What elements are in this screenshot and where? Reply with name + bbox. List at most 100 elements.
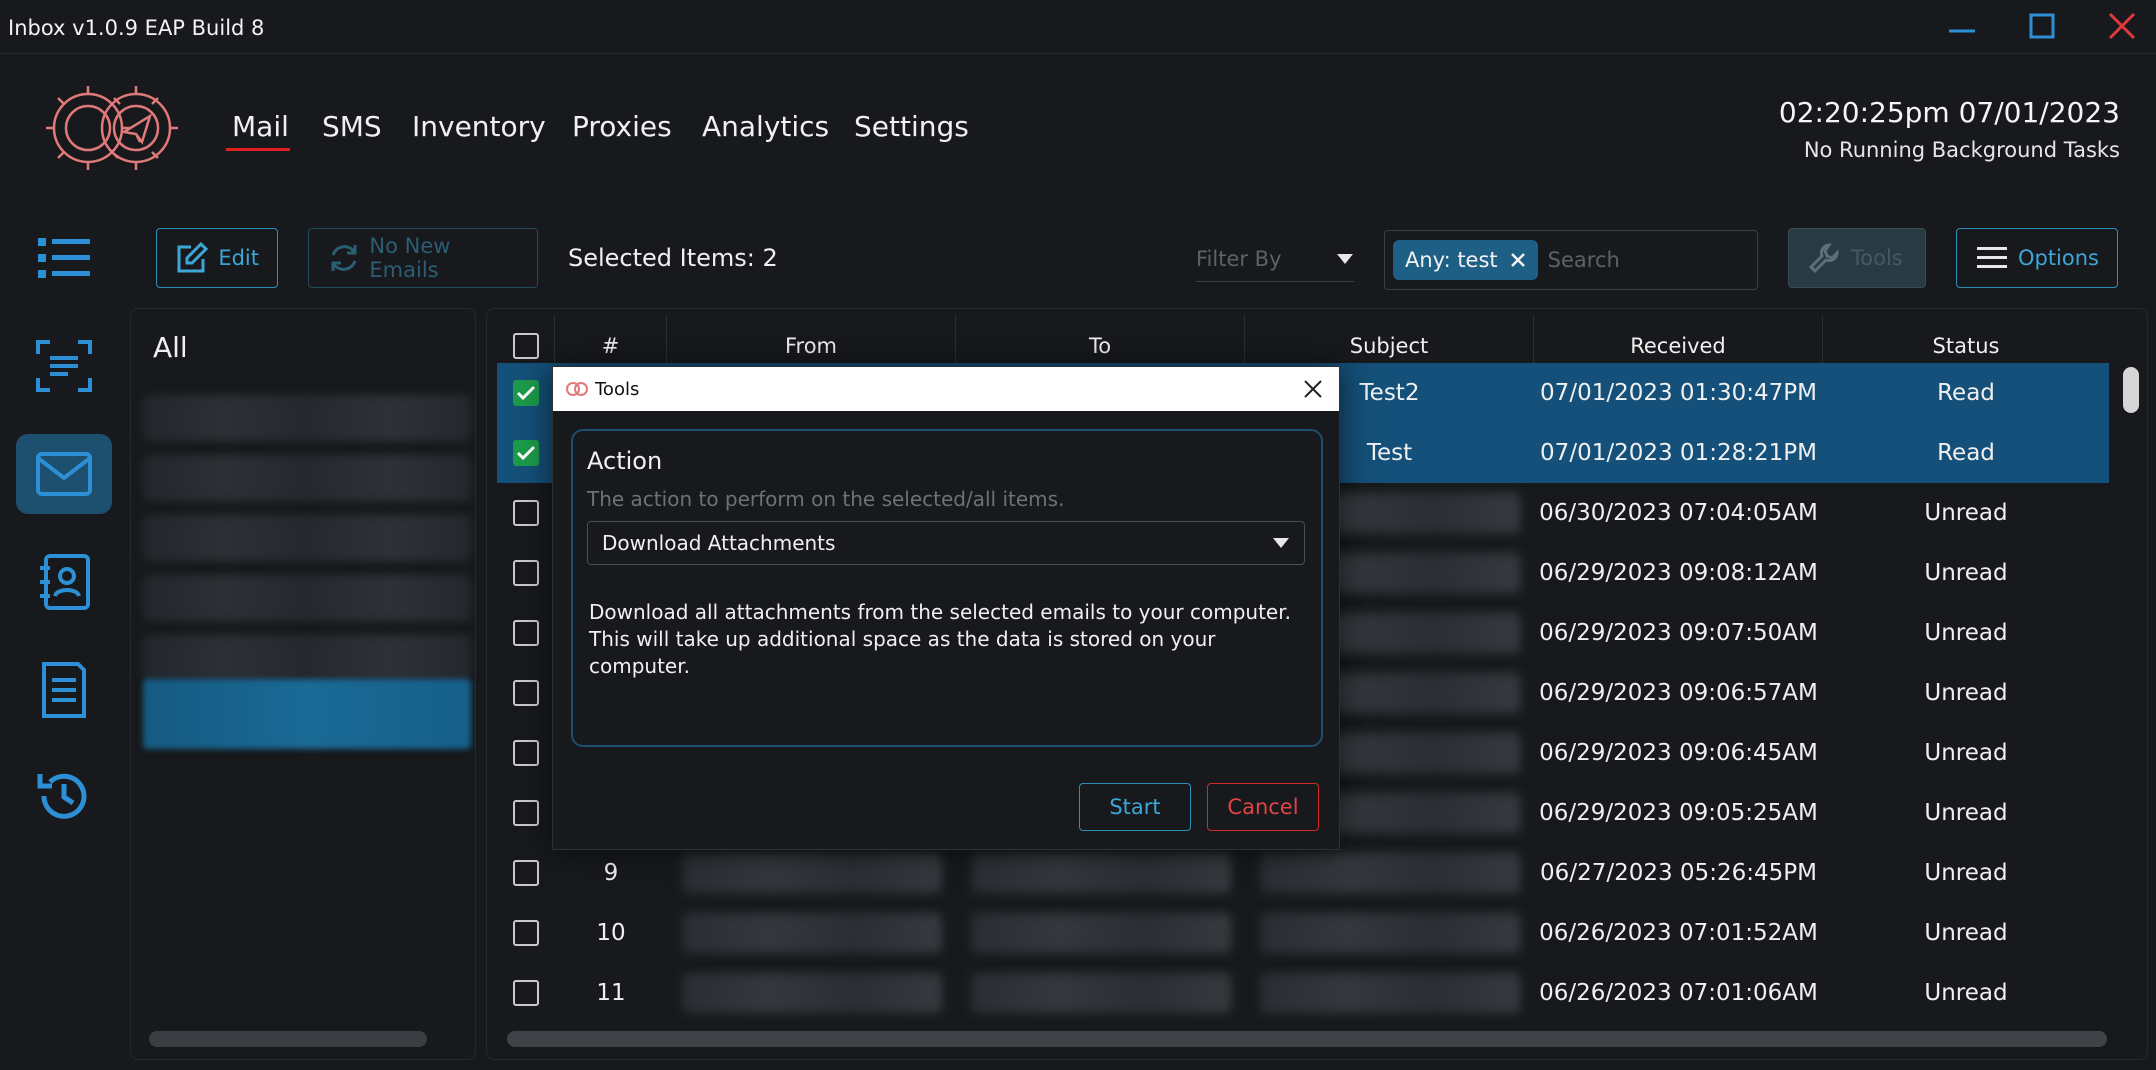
start-button[interactable]: Start [1079,783,1191,831]
rail-documents-button[interactable] [16,650,112,730]
edit-label: Edit [218,246,259,270]
folder-item[interactable] [143,455,471,501]
options-label: Options [2017,246,2099,270]
folder-item-selected[interactable] [143,679,471,749]
refresh-label: No New Emails [369,234,451,282]
row-checkbox[interactable] [513,800,539,826]
edit-button[interactable]: Edit [156,228,278,288]
row-status: Unread [1924,800,2008,826]
row-number: 9 [603,860,619,886]
search-box[interactable]: Any: test [1384,230,1758,290]
edit-icon [177,241,209,273]
chip-remove-icon[interactable] [1510,252,1526,268]
folder-panel: All [130,308,476,1060]
folder-item[interactable] [143,575,471,621]
row-status: Unread [1924,860,2008,886]
table-row[interactable]: 9 06/27/2023 05:26:45PM Unread [497,843,2109,903]
row-subject-blurred [1245,903,1534,963]
clock: 02:20:25pm 07/01/2023 [1778,96,2120,129]
tab-proxies[interactable]: Proxies [572,110,672,143]
row-to-blurred [956,843,1245,903]
row-checkbox[interactable] [513,740,539,766]
rail-history-button[interactable] [16,756,112,836]
search-input[interactable] [1547,248,1748,272]
row-checkbox[interactable] [513,860,539,886]
folder-item[interactable] [143,635,471,681]
minimize-icon [1949,29,1975,33]
close-icon [1304,380,1322,398]
row-from-blurred [667,903,956,963]
rail-list-button[interactable] [16,218,112,298]
tab-mail[interactable]: Mail [232,110,289,143]
filter-by-dropdown[interactable]: Filter By [1196,236,1354,282]
tab-analytics[interactable]: Analytics [702,110,829,143]
row-checkbox[interactable] [513,620,539,646]
chevron-down-icon [1273,538,1289,548]
action-select[interactable]: Download Attachments [587,521,1305,565]
folder-item[interactable] [143,395,471,441]
options-button[interactable]: Options [1956,228,2118,288]
row-checkbox[interactable] [513,500,539,526]
row-checkbox[interactable] [513,380,539,406]
tab-settings[interactable]: Settings [854,110,969,143]
folder-item[interactable] [143,515,471,561]
row-status: Unread [1924,920,2008,946]
hamburger-icon [1977,247,2007,268]
tab-sms[interactable]: SMS [322,110,382,143]
title-bar: Inbox v1.0.9 EAP Build 8 [0,0,2156,54]
check-icon [516,445,536,461]
row-status: Unread [1924,500,2008,526]
row-received: 06/29/2023 09:08:12AM [1539,560,1818,586]
row-checkbox[interactable] [513,920,539,946]
row-status: Read [1937,380,1995,406]
mail-icon [36,452,92,496]
background-tasks-status: No Running Background Tasks [1803,138,2120,162]
close-icon [2108,12,2136,40]
row-checkbox-cell [497,363,555,423]
search-chip-label: Any: test [1405,248,1498,272]
row-checkbox[interactable] [513,440,539,466]
row-from-blurred [667,843,956,903]
row-received: 06/29/2023 09:06:57AM [1539,680,1818,706]
row-checkbox[interactable] [513,680,539,706]
maximize-icon [2029,13,2055,39]
row-checkbox-cell [497,603,555,663]
row-checkbox[interactable] [513,560,539,586]
tools-dialog: Tools Action The action to perform on th… [552,366,1340,850]
search-chip[interactable]: Any: test [1393,240,1538,280]
action-label: Action [587,447,663,475]
row-received: 06/29/2023 09:07:50AM [1539,620,1818,646]
tools-button[interactable]: Tools [1788,228,1926,288]
row-checkbox-cell [497,723,555,783]
table-row[interactable]: 10 06/26/2023 07:01:52AM Unread [497,903,2109,963]
row-checkbox-cell [497,663,555,723]
row-checkbox-cell [497,423,555,483]
document-icon [42,662,86,718]
app-title: Inbox v1.0.9 EAP Build 8 [8,16,265,40]
minimize-button[interactable] [1932,6,1992,46]
scan-text-icon [36,340,92,392]
table-horizontal-scrollbar[interactable] [507,1031,2107,1047]
row-status: Unread [1924,560,2008,586]
dialog-logo-icon [566,382,588,396]
row-checkbox[interactable] [513,980,539,1006]
tools-label: Tools [1851,246,1903,270]
refresh-icon [331,245,357,271]
row-received: 07/01/2023 01:30:47PM [1540,380,1817,406]
folder-all[interactable]: All [153,331,188,364]
tab-inventory[interactable]: Inventory [412,110,546,143]
row-checkbox-cell [497,783,555,843]
table-vertical-scrollbar[interactable] [2123,367,2139,413]
filter-by-label: Filter By [1196,246,1282,271]
cancel-button[interactable]: Cancel [1207,783,1319,831]
table-row[interactable]: 11 06/26/2023 07:01:06AM Unread [497,963,2109,1023]
rail-contacts-button[interactable] [16,542,112,622]
maximize-button[interactable] [2012,6,2072,46]
rail-mail-button[interactable] [16,434,112,514]
refresh-button[interactable]: No New Emails [308,228,538,288]
folder-horizontal-scrollbar[interactable] [149,1031,427,1047]
dialog-close-button[interactable] [1295,371,1331,407]
row-status: Read [1937,440,1995,466]
rail-scan-button[interactable] [16,326,112,406]
close-window-button[interactable] [2092,6,2152,46]
